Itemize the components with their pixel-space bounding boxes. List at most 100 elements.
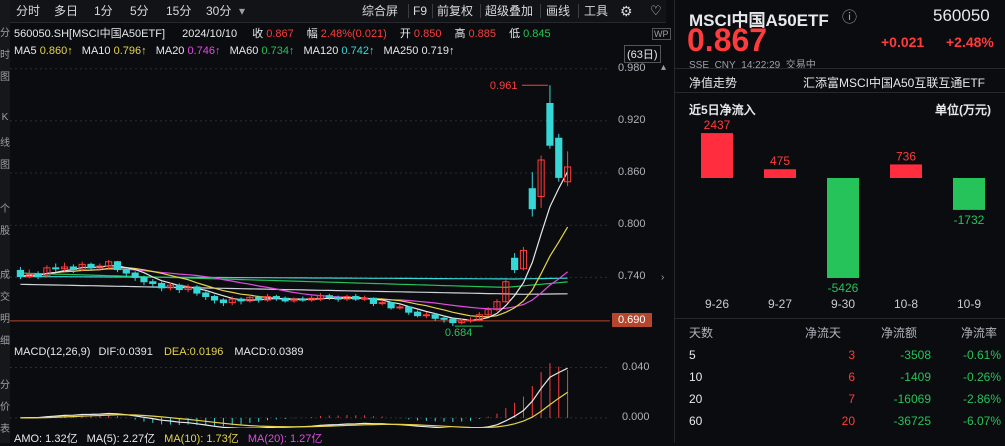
candle-body: [555, 137, 563, 178]
tab-1min[interactable]: 1分: [94, 3, 113, 19]
tools-button[interactable]: 工具: [584, 3, 608, 19]
table-cell: -16069: [893, 392, 931, 406]
side-tab-char[interactable]: 交: [0, 288, 10, 303]
side-tab-char[interactable]: 价: [0, 398, 10, 413]
candle-body: [193, 286, 201, 294]
adjust-button[interactable]: 前复权: [437, 3, 473, 19]
side-tab-char[interactable]: 图: [0, 68, 10, 83]
ma60-line: [20, 272, 568, 289]
quote-panel: MSCI中国A50ETF ⓘ 560050 0.867 +0.021 +2.48…: [674, 0, 1005, 443]
chart-date: 2024/10/10: [182, 28, 238, 40]
days-badge[interactable]: (63日): [624, 45, 661, 63]
inflow-bar: [701, 133, 733, 178]
inflow-date-label: 9-27: [768, 297, 792, 311]
table-cell: 7: [848, 392, 855, 406]
price-tick-label: 0.920: [618, 113, 646, 126]
price-tick-label: 0.980: [618, 61, 646, 74]
header-flow-days: 净流天: [805, 326, 842, 340]
inflow-bar: [764, 169, 796, 178]
settings-icon[interactable]: ⚙: [620, 3, 633, 19]
composite-screen-button[interactable]: 综合屏: [362, 3, 398, 19]
inflow-date-label: 9-26: [705, 297, 729, 311]
candle-body: [387, 302, 395, 309]
macd-line: MACD(12,26,9) DIF:0.0391 DEA:0.0196 MACD…: [14, 346, 304, 358]
table-cell: -6.07%: [962, 414, 1001, 428]
net-inflow-chart: 2437 9-26 475 9-27 -5426 9-30 736 10-8 -1732 10-9: [701, 118, 985, 311]
price-tick-label: 0.740: [618, 270, 646, 283]
info-icon[interactable]: ⓘ: [842, 6, 857, 27]
side-tab-char[interactable]: 分: [0, 376, 10, 391]
side-tab-char[interactable]: 表: [0, 420, 10, 435]
side-tab-char[interactable]: 股: [0, 222, 10, 237]
candle-body: [422, 314, 430, 317]
tab-5min[interactable]: 5分: [130, 3, 149, 19]
side-tab-char[interactable]: 图: [0, 156, 10, 171]
side-tab-char[interactable]: 线: [0, 134, 10, 149]
side-tab-char[interactable]: 个: [0, 200, 10, 215]
header-days: 天数: [689, 326, 714, 340]
ma-line: MA5 0.860↑ MA10 0.796↑ MA20 0.746↑ MA60 …: [14, 45, 455, 57]
side-tab-char[interactable]: 明: [0, 310, 10, 325]
candle-body: [281, 297, 289, 302]
amo-line: AMO: 1.32亿 MA(5): 2.27亿 MA(10): 1.73亿 MA…: [14, 433, 323, 445]
candle-body: [528, 188, 536, 210]
tab-timeshare[interactable]: 分时: [16, 3, 40, 19]
table-cell: -0.61%: [962, 348, 1001, 362]
macd-tick-label: 0.040: [622, 360, 650, 373]
candle-body: [299, 298, 307, 301]
expand-icon[interactable]: ▴: [661, 62, 666, 73]
inflow-bar: [953, 178, 985, 210]
wp-badge[interactable]: WP: [652, 28, 671, 40]
side-tab-char[interactable]: 成: [0, 266, 10, 281]
close-value: 0.867: [266, 28, 294, 40]
candle-body: [334, 296, 342, 300]
candle-body: [546, 102, 554, 146]
candle-body: [131, 272, 139, 278]
candle-body: [16, 269, 25, 278]
inflow-date-label: 9-30: [831, 297, 855, 311]
tab-30min[interactable]: 30分: [206, 3, 231, 19]
period-dropdown-icon[interactable]: ▾: [239, 3, 245, 19]
candle-body: [361, 297, 369, 300]
dif-line: [20, 367, 568, 428]
macd-tick-label: 0.000: [622, 410, 650, 423]
table-cell: -2.86%: [962, 392, 1001, 406]
candle-body: [431, 314, 439, 319]
macd-chart[interactable]: [10, 360, 610, 428]
candle-body: [369, 297, 378, 304]
high-value: 0.885: [468, 28, 497, 40]
candle-body: [202, 292, 210, 298]
tab-15min[interactable]: 15分: [166, 3, 191, 19]
table-cell: 10: [689, 370, 703, 384]
inflow-value-label: -1732: [954, 213, 985, 227]
table-cell: 20: [841, 414, 855, 428]
low-label: 0.684: [445, 327, 473, 339]
candle-body: [158, 282, 166, 289]
price-tick-label: 0.800: [618, 218, 646, 231]
collapse-right-icon[interactable]: ›: [661, 272, 664, 283]
overlay-button[interactable]: 超级叠加: [485, 3, 533, 19]
candle-body: [34, 273, 42, 277]
table-cell: 20: [689, 392, 703, 406]
side-tab-char[interactable]: 时: [0, 46, 10, 61]
tab-multiday[interactable]: 多日: [54, 3, 78, 19]
flow-unit: 单位(万元): [935, 103, 991, 117]
fund-code: 560050: [933, 6, 990, 25]
side-tab-char[interactable]: 分: [0, 24, 10, 39]
draw-line-button[interactable]: 画线: [546, 3, 570, 19]
tab-nav-trend[interactable]: 净值走势: [689, 74, 737, 91]
heart-icon[interactable]: ♡: [650, 3, 662, 19]
inflow-value-label: 736: [896, 149, 916, 163]
candle-body: [325, 295, 333, 298]
current-price: 0.867: [687, 22, 768, 58]
candle-body: [149, 281, 157, 284]
candlestick-chart[interactable]: 0.961 0.684: [10, 60, 610, 340]
inflow-date-label: 10-9: [957, 297, 981, 311]
candle-body: [440, 317, 448, 320]
side-tab-char[interactable]: 细: [0, 332, 10, 347]
f9-button[interactable]: F9: [413, 3, 427, 19]
dea-line: [20, 391, 568, 428]
inflow-value-label: -5426: [828, 281, 859, 295]
price-change: +0.021: [881, 34, 925, 50]
side-tab-char[interactable]: K: [0, 112, 10, 123]
